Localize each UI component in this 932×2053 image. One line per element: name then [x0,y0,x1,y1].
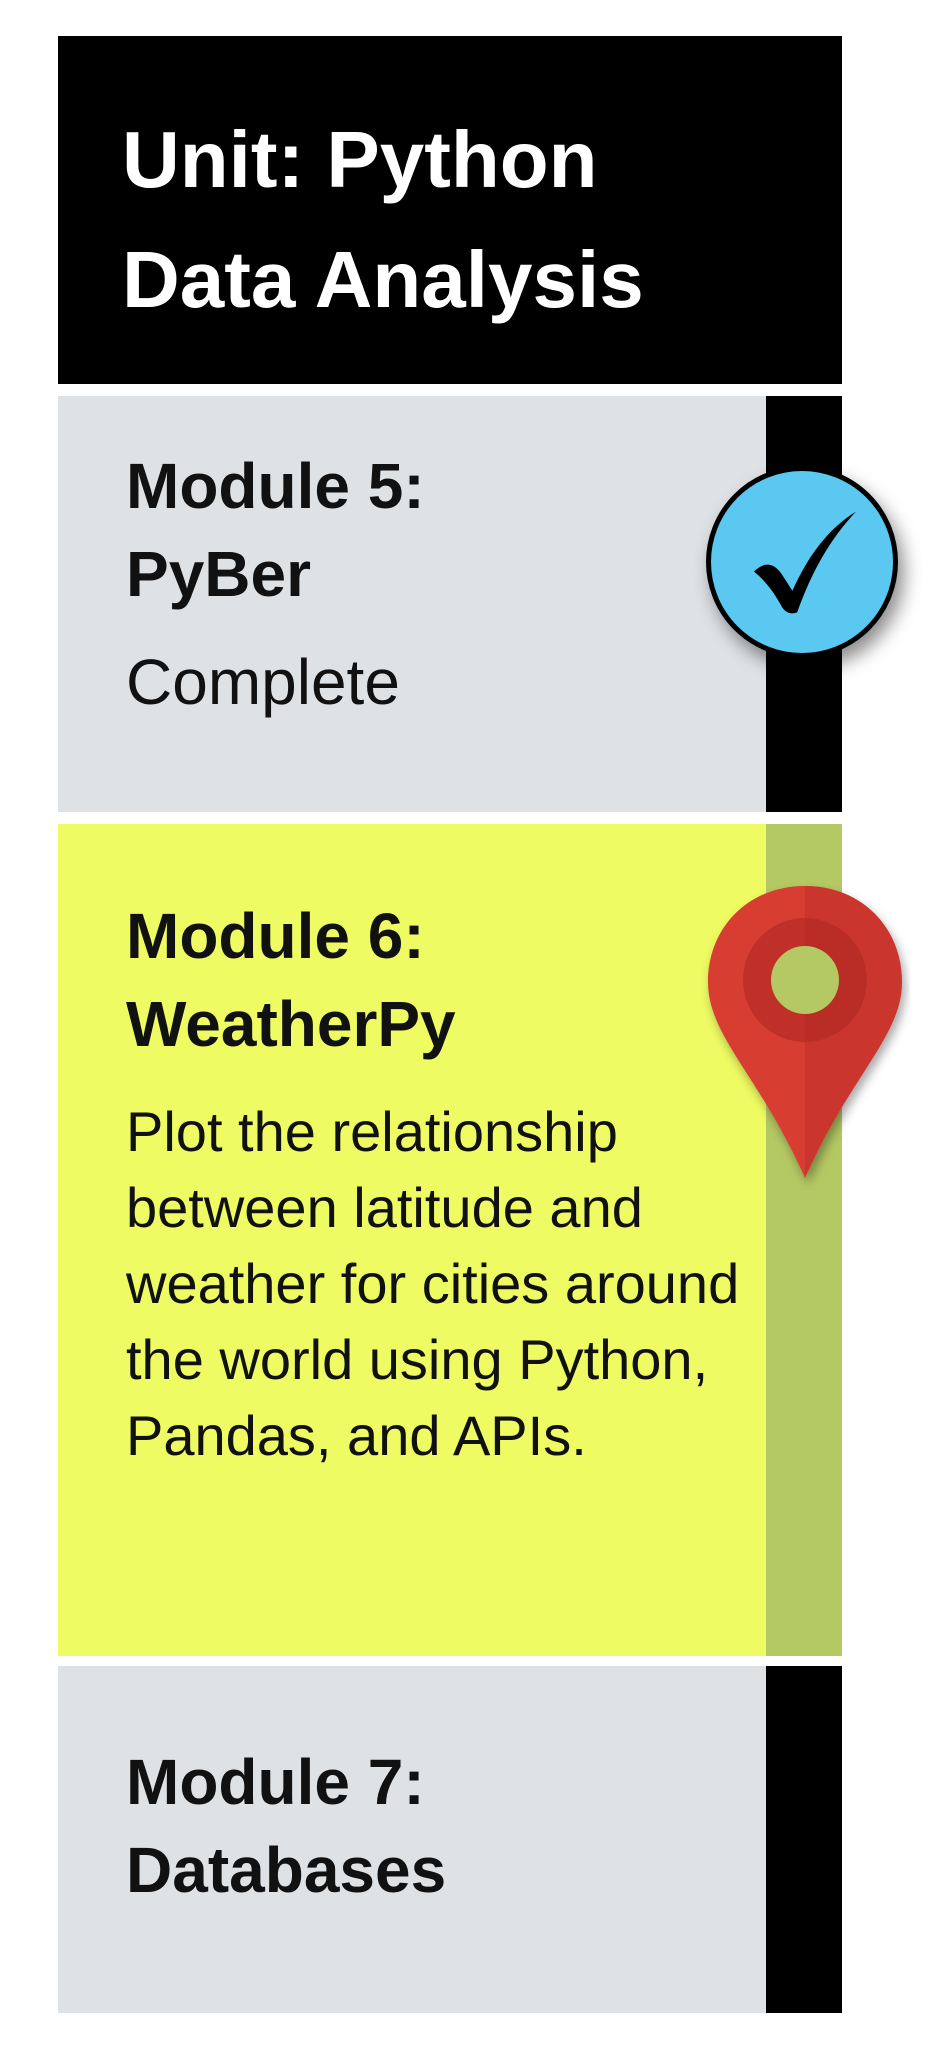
module-title: Module 5: PyBer [126,442,766,618]
module-number: Module 6: [126,900,425,972]
module-body: Module 7: Databases [58,1666,766,2013]
module-number: Module 5: [126,450,425,522]
module-rail [766,1666,842,2013]
module-name: PyBer [126,538,311,610]
module-number: Module 7: [126,1746,425,1818]
module-body: Module 5: PyBer Complete [58,396,766,812]
module-status: Complete [126,646,400,718]
module-title: Module 7: Databases [126,1738,766,1914]
module-roadmap: Unit: Python Data Analysis Module 5: PyB… [0,0,932,2053]
module-name: Databases [126,1834,447,1906]
module-card-7[interactable]: Module 7: Databases [58,1666,842,2013]
module-name: WeatherPy [126,988,456,1060]
unit-title: Unit: Python Data Analysis [122,115,644,324]
check-icon [706,466,898,658]
module-body: Module 6: WeatherPy Plot the relationshi… [58,824,766,1656]
module-description: Plot the relationship between latitude a… [126,1100,740,1467]
unit-header: Unit: Python Data Analysis [58,36,842,384]
module-title: Module 6: WeatherPy [126,892,766,1068]
map-pin-icon [708,886,902,1178]
